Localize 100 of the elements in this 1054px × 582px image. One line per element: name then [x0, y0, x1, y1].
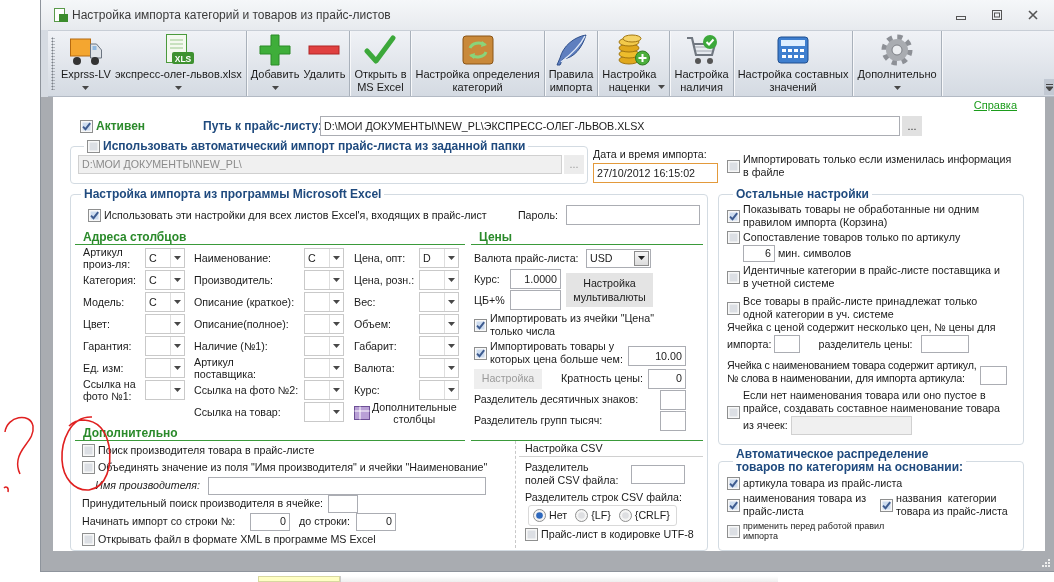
- caret-icon: [333, 300, 340, 304]
- toolbar-button[interactable]: XLS экспресс-олег-львов.xlsx: [112, 31, 244, 96]
- field-label: Объем:: [354, 318, 393, 330]
- column-dropdown[interactable]: [419, 336, 459, 356]
- field-label: Категория:: [83, 274, 137, 286]
- checkbox[interactable]: [727, 270, 740, 284]
- checkbox[interactable]: [82, 533, 95, 546]
- column-dropdown[interactable]: [304, 380, 344, 400]
- number-field[interactable]: 0: [648, 368, 686, 389]
- column-dropdown[interactable]: [419, 270, 459, 290]
- toolbar-grip[interactable]: [51, 37, 55, 90]
- column-dropdown[interactable]: [304, 314, 344, 334]
- column-dropdown[interactable]: [145, 380, 185, 400]
- path-field[interactable]: D:\МОИ ДОКУМЕНТЫ\NEW_PL\ЭКСПРЕСС-ОЛЕГ-ЛЬВОВ.XLSX: [320, 116, 900, 137]
- column-dropdown[interactable]: C: [145, 292, 185, 312]
- toolbar-button[interactable]: Настройка наличия: [672, 31, 731, 96]
- checkbox[interactable]: [727, 524, 740, 538]
- field-label: Модель:: [83, 296, 126, 308]
- field-label: Артикул произ-ля:: [83, 246, 132, 270]
- toolbar-button[interactable]: Настройка наценки: [600, 31, 668, 96]
- column-dropdown[interactable]: [145, 358, 185, 378]
- separator-field[interactable]: [631, 464, 685, 484]
- column-dropdown[interactable]: [304, 358, 344, 378]
- radio-button[interactable]: [618, 509, 632, 522]
- checkbox[interactable]: [80, 119, 93, 133]
- row-field[interactable]: 0: [355, 512, 396, 531]
- toolbar-button[interactable]: Настройка составных значений: [735, 31, 851, 96]
- resize-grip-icon[interactable]: [1042, 559, 1051, 568]
- number-field[interactable]: 6: [743, 245, 775, 262]
- field-label: Наименование:: [194, 252, 273, 264]
- column-dropdown[interactable]: C: [304, 248, 344, 268]
- browse-button[interactable]: ...: [902, 116, 922, 137]
- help-link[interactable]: Справка: [973, 99, 1017, 113]
- field-label: Вес:: [354, 296, 377, 308]
- percent-field[interactable]: [510, 290, 561, 310]
- password-field[interactable]: [566, 205, 700, 225]
- checkbox[interactable]: [727, 301, 740, 315]
- column-dropdown[interactable]: C: [145, 248, 185, 268]
- toolbar-button[interactable]: Правила импорта: [546, 31, 596, 96]
- field-label: Ссылка на фото №1:: [83, 378, 137, 402]
- separator-field[interactable]: [920, 335, 969, 353]
- checkbox[interactable]: [880, 498, 893, 512]
- radio-button[interactable]: [533, 509, 546, 522]
- price-field[interactable]: 10.00: [627, 346, 686, 366]
- checkbox[interactable]: [82, 461, 95, 474]
- column-dropdown[interactable]: [419, 292, 459, 312]
- checkbox[interactable]: [474, 318, 487, 332]
- checkbox[interactable]: [727, 209, 740, 223]
- checkbox[interactable]: [525, 528, 538, 541]
- caret-icon: [448, 366, 455, 370]
- checkbox-label: Показывать товары не обработанные ни одним правилом импорта (Корзина): [743, 203, 980, 229]
- manufacturer-field[interactable]: [208, 476, 486, 495]
- checkbox-label: Импортировать из ячейки "Цена" только числа: [490, 312, 654, 338]
- separator-field[interactable]: [660, 389, 686, 410]
- column-dropdown[interactable]: [304, 270, 344, 290]
- column-dropdown[interactable]: [304, 402, 344, 422]
- column-dropdown[interactable]: [419, 314, 459, 334]
- date-field[interactable]: 27/10/2012 16:15:02: [593, 163, 718, 183]
- column-dropdown[interactable]: D: [419, 248, 459, 268]
- checkbox[interactable]: [88, 208, 101, 222]
- checkbox[interactable]: [82, 444, 95, 457]
- number-field[interactable]: [979, 366, 1007, 385]
- column-dropdown[interactable]: C: [145, 270, 185, 290]
- checkbox-label: Прайс-лист в кодировке UTF-8: [541, 528, 694, 541]
- separator-field[interactable]: [660, 410, 686, 431]
- checkbox[interactable]: [727, 477, 740, 490]
- checkbox[interactable]: [727, 498, 740, 512]
- toolbar-button[interactable]: Настройка определения категорий: [413, 31, 542, 96]
- currency-dropdown[interactable]: USD: [586, 248, 651, 268]
- column-dropdown[interactable]: [419, 380, 459, 400]
- chevron-icon: [1045, 83, 1053, 91]
- caret-icon: [448, 300, 455, 304]
- toolbar-button[interactable]: Дополнительно: [855, 31, 939, 96]
- toolbar-button[interactable]: Удалить: [301, 31, 348, 96]
- column-dropdown[interactable]: [145, 336, 185, 356]
- column-dropdown[interactable]: [419, 358, 459, 378]
- field-label: Цена, опт:: [354, 252, 407, 264]
- checkbox[interactable]: [727, 159, 740, 173]
- toolbar-button[interactable]: Exprss-LV: [59, 31, 113, 96]
- multicurrency-button[interactable]: Настройка мультивалюты: [566, 272, 653, 307]
- toolbar-button[interactable]: Открыть в MS Excel: [352, 31, 409, 96]
- checkbox-label: Открывать файл в формате XML в программе MS Excel: [98, 533, 376, 546]
- checkbox[interactable]: [727, 405, 740, 419]
- checkbox[interactable]: [727, 231, 740, 244]
- more-columns-button[interactable]: Дополнительные столбцы: [354, 401, 459, 425]
- column-dropdown[interactable]: [145, 314, 185, 334]
- field-label: Дата и время импорта:: [593, 148, 708, 161]
- column-dropdown[interactable]: [304, 292, 344, 312]
- field-label: Кратность цены:: [561, 372, 643, 385]
- checkbox[interactable]: [474, 346, 487, 360]
- caret-icon: [174, 388, 181, 392]
- field-label: разделитель цены:: [818, 337, 913, 351]
- rate-field[interactable]: 1.0000: [510, 269, 561, 289]
- radio-button[interactable]: [575, 509, 589, 522]
- number-field[interactable]: [774, 335, 801, 353]
- column-dropdown[interactable]: [304, 336, 344, 356]
- toolbar-button[interactable]: Добавить: [248, 31, 302, 96]
- toolbar-overflow-button[interactable]: [1044, 79, 1054, 95]
- row-field[interactable]: 0: [250, 512, 290, 531]
- field-label: Артикул поставщика:: [194, 356, 258, 380]
